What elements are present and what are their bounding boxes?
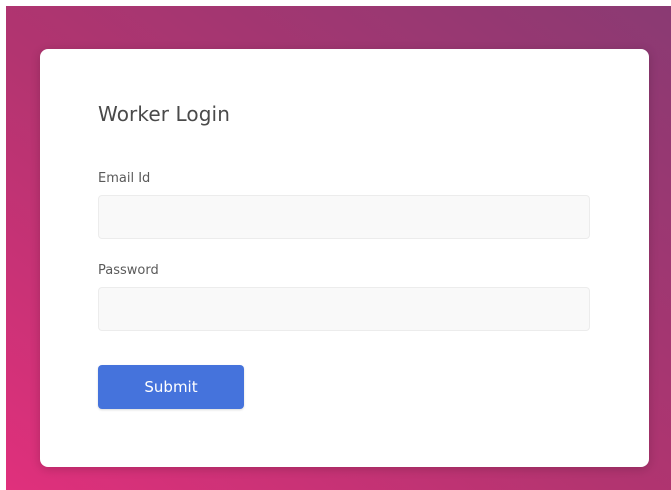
page-title: Worker Login — [98, 102, 230, 126]
page-background: Worker Login Email Id Password Submit — [6, 6, 671, 490]
password-label: Password — [98, 263, 159, 278]
password-field[interactable] — [98, 287, 590, 331]
email-label: Email Id — [98, 171, 151, 186]
login-card: Worker Login Email Id Password Submit — [40, 49, 649, 467]
submit-button[interactable]: Submit — [98, 365, 244, 409]
email-field[interactable] — [98, 195, 590, 239]
